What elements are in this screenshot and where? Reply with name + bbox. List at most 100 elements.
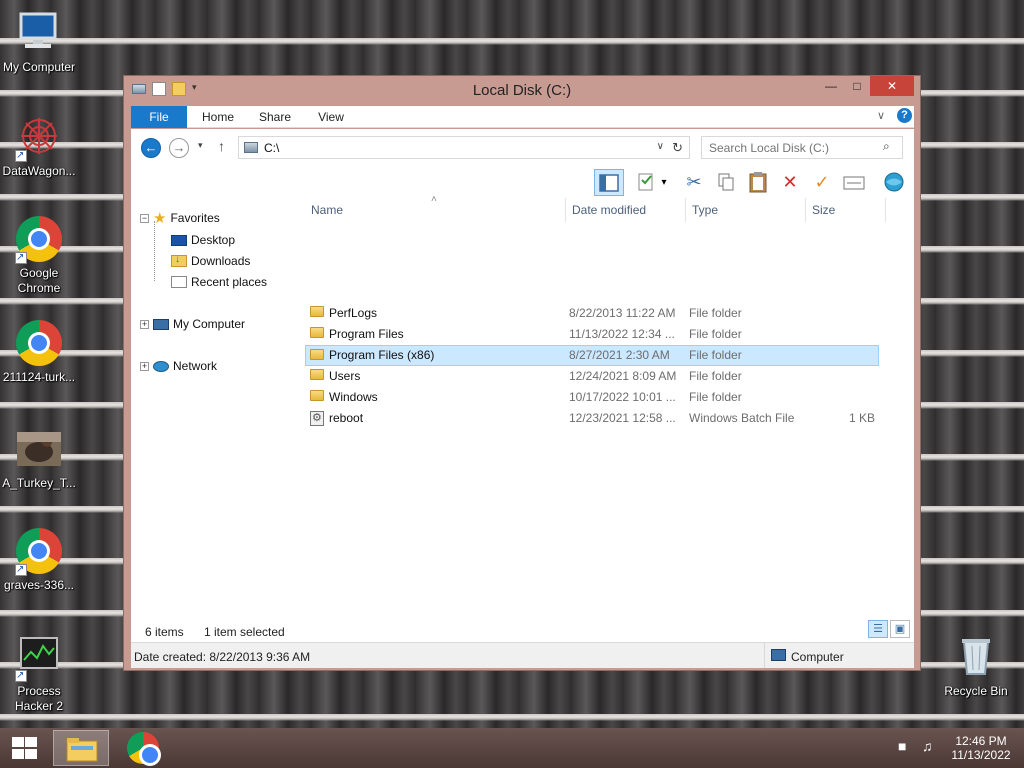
expand-icon[interactable]: + <box>140 319 149 329</box>
preview-pane-button[interactable] <box>594 169 624 196</box>
search-input[interactable] <box>701 136 903 159</box>
desktop-icon-label-line1: Process <box>17 684 61 698</box>
file-date-modified: 12/24/2021 8:09 AM <box>569 369 677 383</box>
column-divider[interactable] <box>805 198 806 222</box>
refresh-icon[interactable]: ↻ <box>672 140 683 156</box>
back-button[interactable]: ← <box>141 138 161 158</box>
taskbar-file-explorer[interactable] <box>53 730 109 766</box>
column-header-size[interactable]: Size <box>812 203 835 217</box>
file-row[interactable]: PerfLogs 8/22/2013 11:22 AM File folder <box>305 303 879 324</box>
minimize-button[interactable]: — <box>818 76 844 96</box>
tree-item-desktop[interactable]: Desktop <box>171 230 235 250</box>
start-button[interactable] <box>10 736 38 760</box>
address-path: C:\ <box>264 141 280 155</box>
file-row[interactable]: Windows 10/17/2022 10:01 ... File folder <box>305 387 879 408</box>
column-header-date-modified[interactable]: Date modified <box>572 203 646 217</box>
sort-indicator-icon: ˄ <box>431 194 437 205</box>
recycle-bin-icon <box>952 634 1000 682</box>
tree-item-my-computer[interactable]: + My Computer <box>140 314 245 334</box>
tab-home[interactable]: Home <box>193 106 243 128</box>
chrome-icon <box>127 732 161 766</box>
collapse-icon[interactable]: − <box>140 213 149 223</box>
tree-item-recent-places[interactable]: Recent places <box>171 272 267 292</box>
command-toolbar: ▾ ✂ ✕ ✓ <box>131 167 914 198</box>
file-row[interactable]: Users 12/24/2021 8:09 AM File folder <box>305 366 879 387</box>
window-title: Local Disk (C:) <box>472 82 572 99</box>
tree-label: Recent places <box>191 275 268 289</box>
desktop-icon-graves[interactable]: graves-336... <box>0 528 78 593</box>
column-divider[interactable] <box>685 198 686 222</box>
file-date-modified: 8/22/2013 11:22 AM <box>569 306 676 320</box>
details-bar: Date created: 8/22/2013 9:36 AM Computer <box>131 642 914 668</box>
select-all-button[interactable] <box>839 169 869 196</box>
column-divider[interactable] <box>565 198 566 222</box>
desktop-icon-a-turkey[interactable]: A_Turkey_T... <box>0 426 78 491</box>
copy-button[interactable] <box>711 169 741 196</box>
close-button[interactable]: ✕ <box>870 76 914 96</box>
volume-tray-icon[interactable]: ♫ <box>922 738 933 754</box>
large-icons-view-button[interactable]: ▣ <box>890 620 910 638</box>
file-type: File folder <box>689 369 742 383</box>
selection-count: 1 item selected <box>204 625 285 639</box>
file-list-pane: ˄ Name Date modified Type Size PerfLogs … <box>305 194 914 616</box>
file-row-selected[interactable]: Program Files (x86) 8/27/2021 2:30 AM Fi… <box>305 345 879 366</box>
column-header-type[interactable]: Type <box>692 203 718 217</box>
recent-places-icon <box>171 276 187 288</box>
tab-file[interactable]: File <box>131 106 187 128</box>
desktop-icon-label-line1: Google <box>19 266 59 280</box>
tree-item-favorites[interactable]: − ★ Favorites <box>140 208 220 228</box>
clock[interactable]: 12:46 PM 11/13/2022 <box>944 734 1018 762</box>
star-icon: ★ <box>153 210 167 227</box>
desktop-icon-label-line2: Chrome <box>17 281 61 295</box>
tab-share[interactable]: Share <box>255 106 295 128</box>
taskbar-chrome[interactable] <box>115 730 171 766</box>
title-bar[interactable]: ▾ Local Disk (C:) — □ ✕ <box>124 76 920 104</box>
maximize-button[interactable]: □ <box>844 76 870 96</box>
network-tray-icon[interactable]: ■ <box>898 738 906 754</box>
tab-view[interactable]: View <box>313 106 349 128</box>
desktop-icon <box>171 234 187 246</box>
clock-time: 12:46 PM <box>955 734 1007 748</box>
help-icon[interactable]: ? <box>897 108 912 123</box>
forward-button[interactable]: → <box>169 138 189 158</box>
search-icon[interactable]: ⌕ <box>883 139 890 154</box>
cut-button[interactable]: ✂ <box>679 169 709 196</box>
address-bar-row: ← → ▾ ↑ C:\ ∨ ↻ ⌕ <box>131 129 914 167</box>
file-type: File folder <box>689 348 742 362</box>
desktop-icon-google-chrome[interactable]: Google Chrome <box>0 216 78 296</box>
ribbon-tabs: File Home Share View ∨ ? <box>131 106 914 128</box>
file-row[interactable]: reboot 12/23/2021 12:58 ... Windows Batc… <box>305 408 879 429</box>
desktop-icon-recycle-bin[interactable]: Recycle Bin <box>937 634 1015 699</box>
tree-item-downloads[interactable]: ↓ Downloads <box>171 251 250 271</box>
batch-file-icon <box>310 411 324 426</box>
rename-button[interactable]: ✓ <box>807 169 837 196</box>
expand-ribbon-icon[interactable]: ∨ <box>877 109 885 122</box>
chevron-down-icon[interactable]: ▾ <box>657 169 671 196</box>
file-date-modified: 8/27/2021 2:30 AM <box>569 348 670 362</box>
desktop-icon-datawagon[interactable]: DataWagon... <box>0 114 78 179</box>
column-divider[interactable] <box>885 198 886 222</box>
recent-locations-icon[interactable]: ▾ <box>198 140 203 151</box>
up-button[interactable]: ↑ <box>218 138 225 154</box>
globe-icon[interactable] <box>879 169 909 196</box>
folder-icon <box>310 390 324 401</box>
tree-label: Favorites <box>170 211 220 225</box>
file-type: Windows Batch File <box>689 411 795 425</box>
delete-button[interactable]: ✕ <box>775 169 805 196</box>
chevron-down-icon[interactable]: ∨ <box>657 141 664 152</box>
paste-button[interactable] <box>743 169 773 196</box>
column-header-name[interactable]: Name <box>311 203 343 217</box>
network-icon <box>153 360 169 372</box>
folder-icon <box>310 349 324 360</box>
details-view-button[interactable]: ☰ <box>868 620 888 638</box>
shortcut-arrow-icon <box>15 668 27 683</box>
desktop-icon-211124-turk[interactable]: 211124-turk... <box>0 320 78 385</box>
navigation-pane: − ★ Favorites Desktop ↓ Downloads Recent… <box>131 198 299 616</box>
expand-icon[interactable]: + <box>140 361 149 371</box>
desktop-icon-process-hacker[interactable]: Process Hacker 2 <box>0 634 78 714</box>
tree-item-network[interactable]: + Network <box>140 356 217 376</box>
desktop-icon-my-computer[interactable]: My Computer <box>0 10 78 75</box>
address-input[interactable]: C:\ ∨ ↻ <box>238 136 690 159</box>
content-area: − ★ Favorites Desktop ↓ Downloads Recent… <box>131 194 914 616</box>
file-row[interactable]: Program Files 11/13/2022 12:34 ... File … <box>305 324 879 345</box>
